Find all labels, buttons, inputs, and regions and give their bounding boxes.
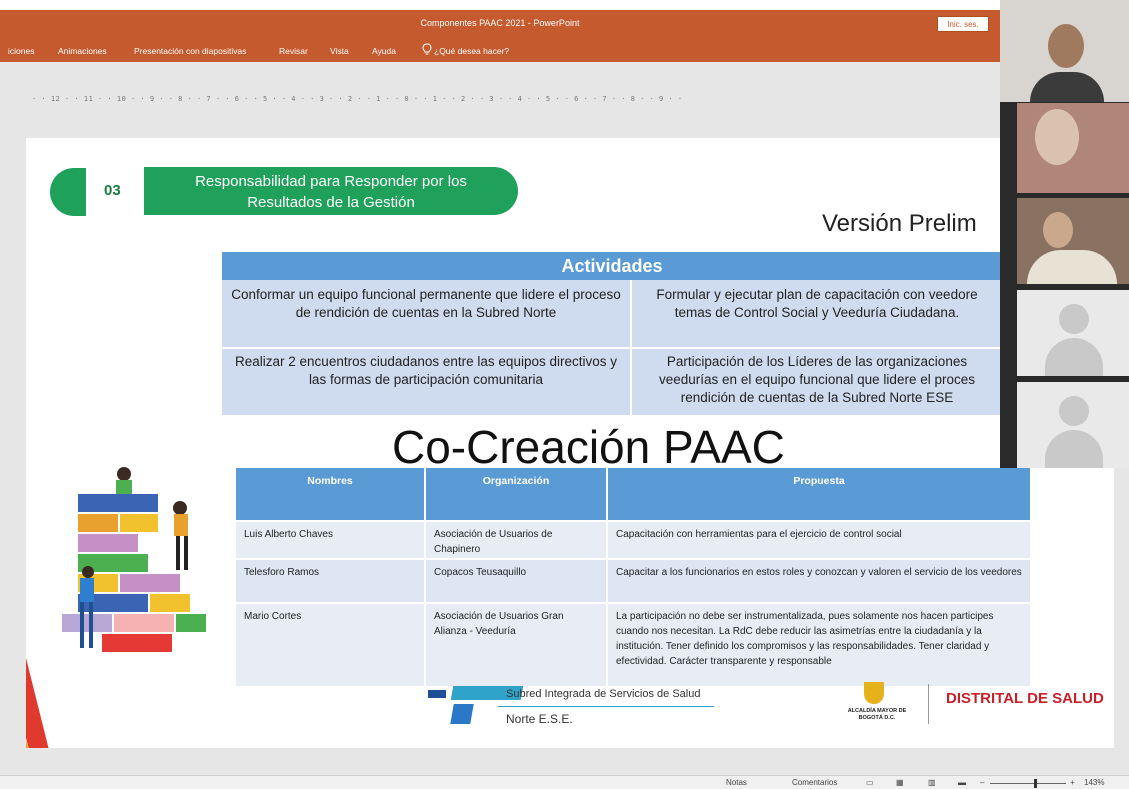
tab-slideshow[interactable]: Presentación con diapositivas xyxy=(134,46,246,56)
activities-grid: Conformar un equipo funcional permanente… xyxy=(222,280,1002,415)
cocreation-title: Co-Creación PAAC xyxy=(392,421,785,473)
participant-body xyxy=(1030,72,1104,102)
participant-face xyxy=(1048,24,1084,68)
participant-body xyxy=(1027,250,1117,284)
ruler-marks: · · 12 · · 11 · · 10 · · 9 · · 8 · · 7 ·… xyxy=(32,95,683,103)
lightbulb-icon xyxy=(422,43,432,55)
title-bar: Componentes PAAC 2021 - PowerPoint Inic.… xyxy=(0,10,1000,38)
section-title-line1: Responsabilidad para Responder por los xyxy=(195,173,467,190)
normal-view-icon[interactable]: ▭ xyxy=(866,778,874,787)
slide-canvas[interactable]: 03 Responsabilidad para Responder por lo… xyxy=(26,138,1114,748)
footer-divider xyxy=(928,684,929,724)
zoom-level[interactable]: 143% xyxy=(1084,778,1104,787)
cell-nombre: Mario Cortes xyxy=(236,604,424,686)
tab-animations[interactable]: Animaciones xyxy=(58,46,107,56)
cell-nombre: Luis Alberto Chaves xyxy=(236,522,424,558)
section-number: 03 xyxy=(104,182,121,199)
top-strip xyxy=(0,0,1129,10)
zoom-out-icon[interactable]: – xyxy=(980,778,984,787)
column-header-propuesta: Propuesta xyxy=(608,468,1030,520)
activity-cell: Participación de los Líderes de las orga… xyxy=(659,354,975,405)
participant-video-3[interactable] xyxy=(1017,198,1129,284)
ribbon-tabs: iciones Animaciones Presentación con dia… xyxy=(0,38,1000,62)
zoom-in-icon[interactable]: + xyxy=(1070,778,1075,787)
participant-video-1[interactable] xyxy=(1000,0,1129,102)
cell-propuesta: La participación no debe ser instrumenta… xyxy=(608,604,1030,686)
avatar-body-icon xyxy=(1045,338,1103,376)
activities-row-divider xyxy=(222,347,1002,349)
subred-norte: Norte E.S.E. xyxy=(506,712,573,726)
cell-organizacion: Asociación de Usuarios de Chapinero xyxy=(426,522,606,558)
activity-cell: Formular y ejecutar plan de capacitación… xyxy=(656,287,978,320)
bogota-shield-icon xyxy=(864,682,884,704)
participant-avatar-4[interactable] xyxy=(1017,290,1129,376)
subred-logo-line xyxy=(498,706,714,707)
reading-view-icon[interactable]: ▥ xyxy=(928,778,936,787)
subred-logo-bar xyxy=(428,690,446,698)
cell-organizacion: Copacos Teusaquillo xyxy=(426,560,606,602)
horizontal-ruler: · · 12 · · 11 · · 10 · · 9 · · 8 · · 7 ·… xyxy=(0,62,1000,142)
tab-view[interactable]: Vista xyxy=(330,46,349,56)
subred-name: Subred Integrada de Servicios de Salud xyxy=(506,688,701,700)
window-title: Componentes PAAC 2021 - PowerPoint xyxy=(420,18,580,28)
cell-propuesta: Capacitación con herramientas para el ej… xyxy=(608,522,1030,558)
zoom-slider-thumb[interactable] xyxy=(1034,779,1037,788)
participant-video-2[interactable] xyxy=(1017,103,1129,193)
version-label: Versión Prelim xyxy=(822,210,977,237)
table-row: Mario Cortes Asociación de Usuarios Gran… xyxy=(236,604,1030,686)
tell-me-search[interactable]: ¿Qué desea hacer? xyxy=(434,46,509,56)
tab-review[interactable]: Revisar xyxy=(279,46,308,56)
alcaldia-label: ALCALDÍA MAYOR DE BOGOTÁ D.C. xyxy=(847,708,907,721)
notes-button[interactable]: Notas xyxy=(726,778,747,787)
table-row: Luis Alberto Chaves Asociación de Usuari… xyxy=(236,522,1030,558)
slide-sorter-icon[interactable]: ▦ xyxy=(896,778,904,787)
avatar-body-icon xyxy=(1045,430,1103,468)
table-row: Telesforo Ramos Copacos Teusaquillo Capa… xyxy=(236,560,1030,602)
tab-transitions[interactable]: iciones xyxy=(8,46,34,56)
sign-in-button[interactable]: Inic. ses. xyxy=(937,16,989,32)
section-title-line2: Resultados de la Gestión xyxy=(247,194,415,211)
distrital-label: DISTRITAL DE SALUD xyxy=(946,690,1104,707)
tab-help[interactable]: Ayuda xyxy=(372,46,396,56)
decorative-stripe xyxy=(26,658,49,748)
section-pill-left xyxy=(50,168,86,216)
activities-header: Actividades xyxy=(222,252,1002,280)
participant-avatar-5[interactable] xyxy=(1017,382,1129,468)
subred-logo-shape xyxy=(450,704,474,724)
activity-cell: Realizar 2 encuentros ciudadanos entre l… xyxy=(235,354,617,387)
zoom-slider[interactable] xyxy=(990,783,1066,784)
section-title: Responsabilidad para Responder por los R… xyxy=(144,167,518,215)
video-call-panel xyxy=(1000,0,1129,468)
cell-nombre: Telesforo Ramos xyxy=(236,560,424,602)
column-header-nombres: Nombres xyxy=(236,468,424,520)
avatar-head-icon xyxy=(1059,304,1089,334)
building-blocks-illustration xyxy=(62,467,206,652)
activity-cell: Conformar un equipo funcional permanente… xyxy=(231,287,621,320)
comments-button[interactable]: Comentarios xyxy=(792,778,837,787)
participant-face xyxy=(1035,109,1079,165)
participant-face xyxy=(1043,212,1073,248)
status-bar: Notas Comentarios ▭ ▦ ▥ ▬ – + 143% xyxy=(0,775,1129,789)
avatar-head-icon xyxy=(1059,396,1089,426)
slideshow-view-icon[interactable]: ▬ xyxy=(958,778,966,787)
cell-propuesta: Capacitar a los funcionarios en estos ro… xyxy=(608,560,1030,602)
cell-organizacion: Asociación de Usuarios Gran Alianza - Ve… xyxy=(426,604,606,686)
column-header-organizacion: Organización xyxy=(426,468,606,520)
